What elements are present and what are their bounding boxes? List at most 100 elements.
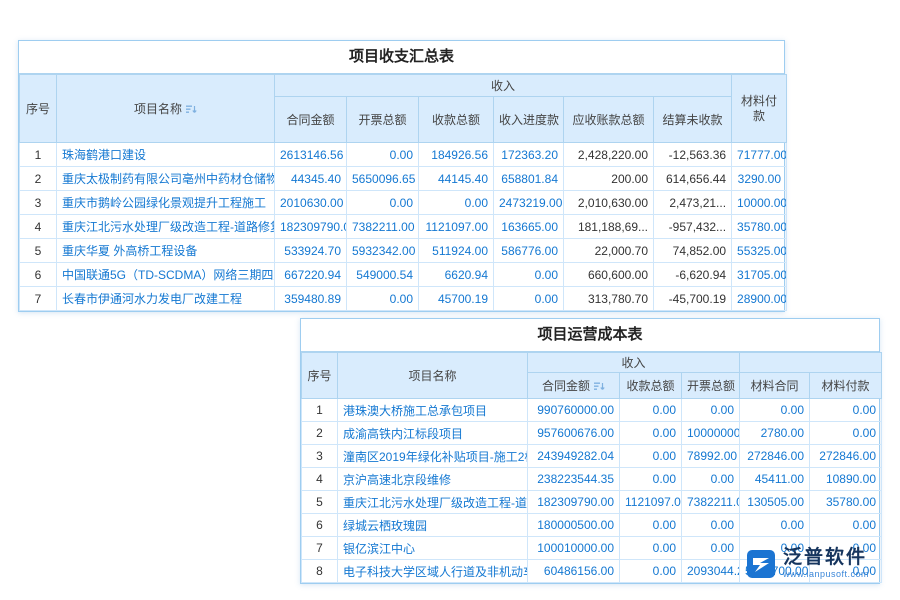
cell-value: 0.00: [494, 263, 564, 287]
column-header-collection-total: 收款总额: [620, 373, 682, 399]
cell-value: 0.00: [682, 399, 740, 422]
column-header-contract-amount: 合同金额: [275, 97, 347, 143]
column-header-material-payment: 材料付款: [810, 373, 882, 399]
cell-value: 2093044.22: [682, 560, 740, 583]
table-row: 6中国联通5G（TD-SCDMA）网络三期四川667220.94549000.5…: [20, 263, 787, 287]
cell-value: 10890.00: [810, 468, 882, 491]
project-name-link[interactable]: 潼南区2019年绿化补贴项目-施工2标段: [338, 445, 528, 468]
cell-value: 957600676.00: [528, 422, 620, 445]
row-seq: 4: [20, 215, 57, 239]
cell-value: 2473219.00: [494, 191, 564, 215]
cell-value: 35780.00: [732, 215, 787, 239]
row-seq: 7: [20, 287, 57, 311]
cell-value: -12,563.36: [654, 143, 732, 167]
cell-value: 272846.00: [810, 445, 882, 468]
column-header-seq: 序号: [302, 353, 338, 399]
project-name-link[interactable]: 中国联通5G（TD-SCDMA）网络三期四川: [57, 263, 275, 287]
row-seq: 2: [302, 422, 338, 445]
cell-value: 658801.84: [494, 167, 564, 191]
cell-value: 0.00: [682, 468, 740, 491]
cell-value: 549000.54: [347, 263, 419, 287]
cell-value: 1121097.00: [620, 491, 682, 514]
cell-value: 28900.00: [732, 287, 787, 311]
column-header-invoice-total: 开票总额: [682, 373, 740, 399]
cell-value: 200.00: [564, 167, 654, 191]
cell-value: 0.00: [682, 537, 740, 560]
column-header-income-progress: 收入进度款: [494, 97, 564, 143]
operating-cost-card: 项目运营成本表 序号 项目名称 收入 合同金额 收款总额 开票总额: [300, 318, 880, 584]
column-header-material-contract: 材料合同: [740, 373, 810, 399]
cell-value: 44145.40: [419, 167, 494, 191]
cell-value: 74,852.00: [654, 239, 732, 263]
cell-value: 2,010,630.00: [564, 191, 654, 215]
cell-value: 533924.70: [275, 239, 347, 263]
row-seq: 3: [20, 191, 57, 215]
cell-value: 0.00: [347, 287, 419, 311]
sort-icon[interactable]: [185, 104, 197, 115]
row-seq: 6: [20, 263, 57, 287]
project-name-link[interactable]: 绿城云栖玫瑰园: [338, 514, 528, 537]
row-seq: 5: [302, 491, 338, 514]
cell-value: 313,780.70: [564, 287, 654, 311]
project-name-link[interactable]: 长春市伊通河水力发电厂改建工程: [57, 287, 275, 311]
row-seq: 6: [302, 514, 338, 537]
cell-value: 182309790.00: [275, 215, 347, 239]
cell-value: 2613146.56: [275, 143, 347, 167]
project-name-link[interactable]: 重庆市鹅岭公园绿化景观提升工程施工: [57, 191, 275, 215]
cell-value: 990760000.00: [528, 399, 620, 422]
project-name-link[interactable]: 成渝高铁内江标段项目: [338, 422, 528, 445]
table-row: 5重庆华夏 外高桥工程设备533924.705932342.00511924.0…: [20, 239, 787, 263]
cell-value: 586776.00: [494, 239, 564, 263]
project-name-link[interactable]: 重庆太极制药有限公司亳州中药材仓储物流: [57, 167, 275, 191]
cell-value: 55325.00: [732, 239, 787, 263]
cell-value: 2780.00: [740, 422, 810, 445]
cell-value: 243949282.04: [528, 445, 620, 468]
table-row: 1港珠澳大桥施工总承包项目990760000.000.000.000.000.0…: [302, 399, 882, 422]
cell-value: -45,700.19: [654, 287, 732, 311]
sort-icon[interactable]: [593, 381, 605, 392]
row-seq: 8: [302, 560, 338, 583]
cell-value: -6,620.94: [654, 263, 732, 287]
project-name-link[interactable]: 港珠澳大桥施工总承包项目: [338, 399, 528, 422]
cell-value: 272846.00: [740, 445, 810, 468]
cell-value: 359480.89: [275, 287, 347, 311]
project-name-link[interactable]: 电子科技大学区域人行道及非机动车道工: [338, 560, 528, 583]
cell-value: 7382211.00: [682, 491, 740, 514]
cell-value: 35780.00: [810, 491, 882, 514]
cell-value: 0.00: [494, 287, 564, 311]
table-row: 5重庆江北污水处理厂级改造工程-道路修复182309790.001121097.…: [302, 491, 882, 514]
group-header-income: 收入: [275, 75, 732, 97]
cell-value: 172363.20: [494, 143, 564, 167]
table-row: 3重庆市鹅岭公园绿化景观提升工程施工2010630.000.000.002473…: [20, 191, 787, 215]
cell-value: 78992.00: [682, 445, 740, 468]
cell-value: 0.00: [810, 399, 882, 422]
cell-value: 0.00: [810, 422, 882, 445]
column-header-project-name: 项目名称: [57, 75, 275, 143]
cell-value: 0.00: [810, 514, 882, 537]
project-name-link[interactable]: 京沪高速北京段维修: [338, 468, 528, 491]
cell-value: 3290.00: [732, 167, 787, 191]
cell-value: 5932342.00: [347, 239, 419, 263]
cell-value: 31705.00: [732, 263, 787, 287]
project-name-link[interactable]: 银亿滨江中心: [338, 537, 528, 560]
table2-title: 项目运营成本表: [301, 319, 879, 352]
cell-value: 0.00: [347, 191, 419, 215]
project-name-link[interactable]: 重庆华夏 外高桥工程设备: [57, 239, 275, 263]
cell-value: 5650096.65: [347, 167, 419, 191]
report-page: 项目收支汇总表 序号 项目名称 收入 材料付款 合同金额 开票总额: [0, 0, 900, 600]
cell-value: 7382211.00: [347, 215, 419, 239]
cell-value: 0.00: [740, 399, 810, 422]
fanpu-logo-link[interactable]: 泛普软件 www.lanpusoft.com: [746, 548, 869, 579]
cell-value: 44345.40: [275, 167, 347, 191]
column-header-seq: 序号: [20, 75, 57, 143]
column-header-receivable-total: 应收账款总额: [564, 97, 654, 143]
project-name-link[interactable]: 珠海鹤港口建设: [57, 143, 275, 167]
cell-value: 2010630.00: [275, 191, 347, 215]
column-header-collection-total: 收款总额: [419, 97, 494, 143]
cell-value: 0.00: [620, 468, 682, 491]
project-name-link[interactable]: 重庆江北污水处理厂级改造工程-道路修复工: [57, 215, 275, 239]
fanpu-logo-text: 泛普软件: [783, 548, 869, 567]
row-seq: 3: [302, 445, 338, 468]
table-row: 1珠海鹤港口建设2613146.560.00184926.56172363.20…: [20, 143, 787, 167]
project-name-link[interactable]: 重庆江北污水处理厂级改造工程-道路修复: [338, 491, 528, 514]
